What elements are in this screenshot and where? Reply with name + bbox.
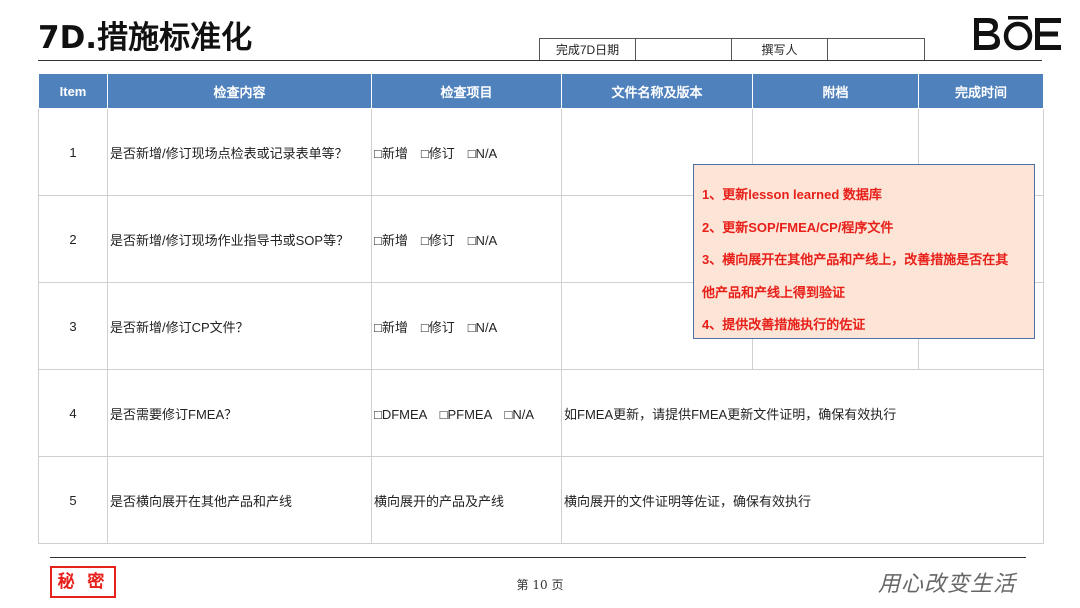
author-field[interactable]: [828, 39, 924, 61]
header-check-items: 检查项目: [371, 73, 562, 109]
check-options[interactable]: □新增 □修订 □N/A: [371, 282, 562, 370]
item-number: 2: [38, 195, 108, 283]
note-line: 1、更新lesson learned 数据库: [702, 187, 882, 202]
check-content: 是否新增/修订CP文件？: [107, 282, 372, 370]
item-number: 4: [38, 369, 108, 457]
header-item: Item: [38, 73, 108, 109]
page-title: 7D.措施标准化: [38, 20, 253, 56]
item-number: 3: [38, 282, 108, 370]
completion-date-field[interactable]: [636, 39, 732, 61]
header-file-version: 文件名称及版本: [561, 73, 753, 109]
check-options[interactable]: □DFMEA □PFMEA □N/A: [371, 369, 562, 457]
check-options[interactable]: 横向展开的产品及产线: [371, 456, 562, 544]
completion-date-label: 完成7D日期: [540, 39, 636, 61]
confidential-stamp: 秘 密: [50, 566, 116, 598]
header-attachment: 附档: [752, 73, 919, 109]
note-line: 4、提供改善措施执行的佐证: [702, 317, 866, 332]
footer-divider: [50, 557, 1026, 558]
title-divider: [38, 60, 1042, 61]
boe-logo: [974, 16, 1061, 51]
note-line: 2、更新SOP/FMEA/CP/程序文件: [702, 219, 894, 235]
check-content: 是否新增/修订现场作业指导书或SOP等？: [107, 195, 372, 283]
check-options[interactable]: □新增 □修订 □N/A: [371, 195, 562, 283]
item-number: 5: [38, 456, 108, 544]
header-check-content: 检查内容: [107, 73, 372, 109]
table-row: 4 是否需要修订FMEA？ □DFMEA □PFMEA □N/A 如FMEA更新…: [38, 369, 1044, 457]
note-line: 3、横向展开在其他产品和产线上，改善措施是否在其: [702, 252, 1009, 267]
file-cell[interactable]: 横向展开的文件证明等佐证，确保有效执行: [561, 456, 1044, 544]
check-options[interactable]: □新增 □修订 □N/A: [371, 108, 562, 196]
report-meta-table: 完成7D日期 撰写人: [539, 38, 925, 61]
page-number: 第 10 页: [516, 578, 564, 592]
slogan-signature: 用心改变生活: [878, 572, 1017, 597]
check-content: 是否横向展开在其他产品和产线: [107, 456, 372, 544]
header-completion-time: 完成时间: [918, 73, 1044, 109]
note-line: 他产品和产线上得到验证: [702, 284, 846, 300]
requirements-note: 1、更新lesson learned 数据库 2、更新SOP/FMEA/CP/程…: [693, 164, 1035, 339]
author-label: 撰写人: [732, 39, 828, 61]
check-content: 是否需要修订FMEA？: [107, 369, 372, 457]
check-content: 是否新增/修订现场点检表或记录表单等？: [107, 108, 372, 196]
table-header-row: Item 检查内容 检查项目 文件名称及版本 附档 完成时间: [38, 73, 1044, 109]
table-row: 5 是否横向展开在其他产品和产线 横向展开的产品及产线 横向展开的文件证明等佐证…: [38, 456, 1044, 544]
item-number: 1: [38, 108, 108, 196]
file-cell[interactable]: 如FMEA更新，请提供FMEA更新文件证明，确保有效执行: [561, 369, 1044, 457]
